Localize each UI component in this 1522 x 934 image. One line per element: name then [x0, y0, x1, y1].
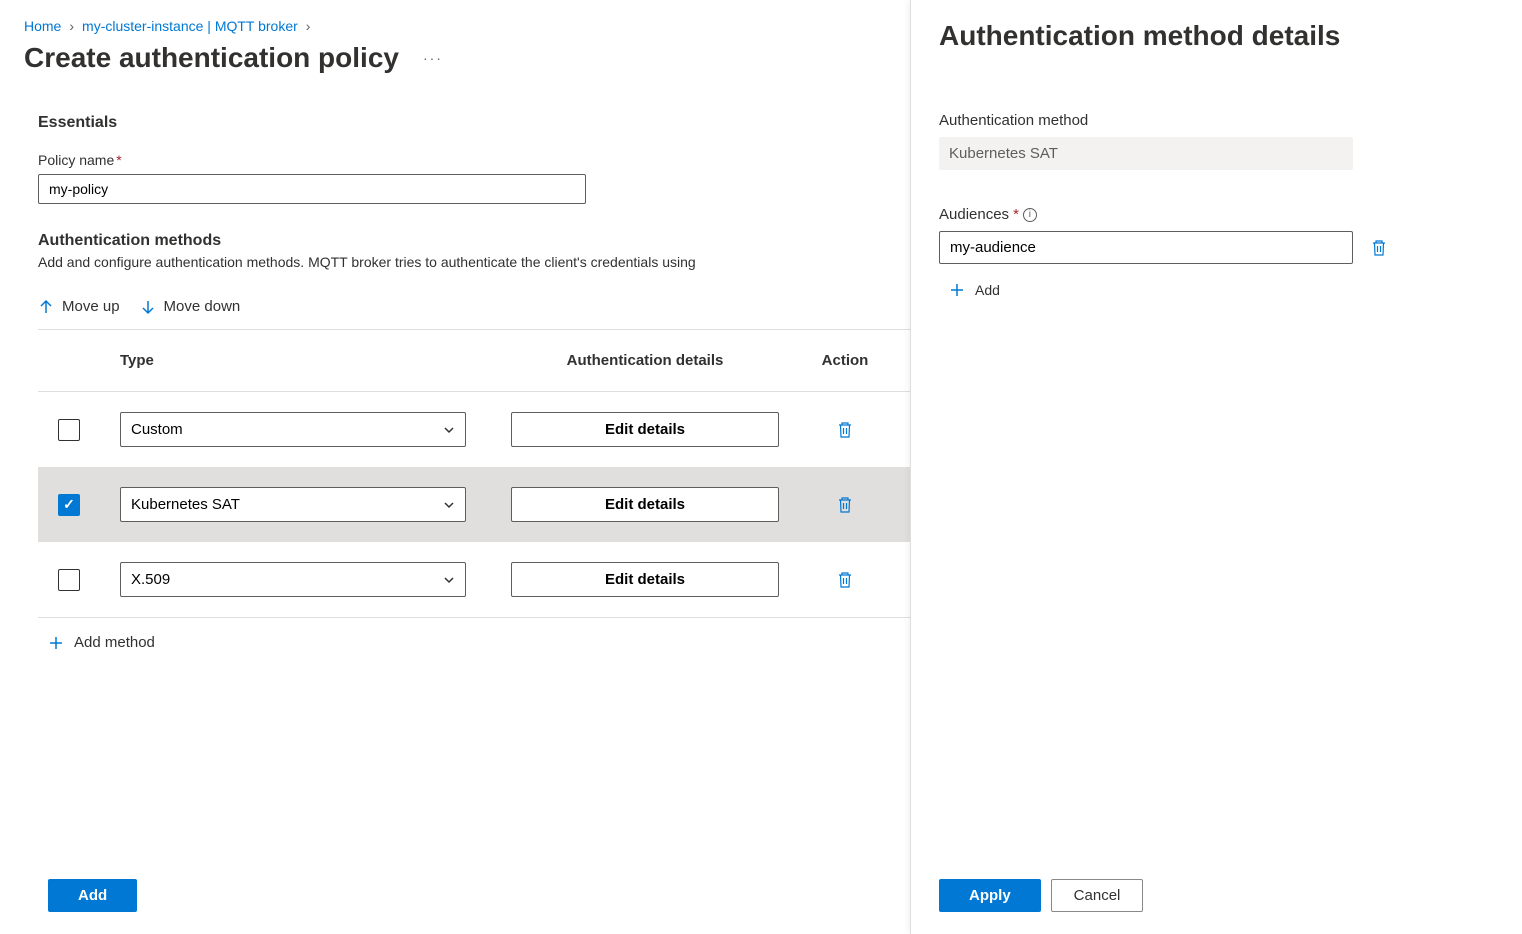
delete-row-button[interactable] — [800, 417, 890, 443]
move-down-button[interactable]: Move down — [140, 298, 241, 315]
plus-icon — [949, 282, 965, 298]
required-indicator: * — [116, 152, 121, 168]
chevron-right-icon: › — [306, 18, 311, 34]
auth-methods-table: Type Authentication details Action Custo… — [38, 330, 910, 617]
add-button[interactable]: Add — [48, 879, 137, 912]
auth-type-select[interactable]: Kubernetes SAT — [120, 487, 466, 522]
methods-toolbar: Move up Move down — [38, 290, 910, 330]
more-actions-button[interactable]: ··· — [415, 46, 451, 70]
required-indicator: * — [1013, 206, 1019, 223]
arrow-down-icon — [140, 299, 156, 315]
auth-type-select[interactable]: X.509 — [120, 562, 466, 597]
move-up-button[interactable]: Move up — [38, 298, 120, 315]
panel-footer: Apply Cancel — [939, 879, 1494, 912]
edit-details-button[interactable]: Edit details — [511, 487, 779, 522]
apply-button[interactable]: Apply — [939, 879, 1041, 912]
auth-method-value: Kubernetes SAT — [939, 137, 1353, 170]
panel-title: Authentication method details — [939, 20, 1494, 52]
details-panel: Authentication method details Authentica… — [910, 0, 1522, 934]
policy-name-input[interactable] — [38, 174, 586, 204]
table-header: Type Authentication details Action — [38, 330, 910, 392]
auth-methods-description: Add and configure authentication methods… — [38, 254, 910, 270]
policy-name-label: Policy name — [38, 152, 114, 168]
table-row: Kubernetes SAT Edit details — [38, 467, 910, 542]
arrow-up-icon — [38, 299, 54, 315]
chevron-right-icon: › — [69, 18, 74, 34]
table-row: Custom Edit details — [38, 392, 910, 467]
column-header-action: Action — [800, 352, 890, 369]
trash-icon — [837, 571, 853, 589]
edit-details-button[interactable]: Edit details — [511, 412, 779, 447]
add-audience-label: Add — [975, 282, 1000, 298]
auth-type-select[interactable]: Custom — [120, 412, 466, 447]
audiences-label: Audiences — [939, 206, 1009, 223]
row-checkbox[interactable] — [58, 569, 80, 591]
breadcrumb-current[interactable]: my-cluster-instance | MQTT broker — [82, 18, 298, 34]
delete-row-button[interactable] — [800, 567, 890, 593]
cancel-button[interactable]: Cancel — [1051, 879, 1144, 912]
breadcrumb: Home › my-cluster-instance | MQTT broker… — [24, 18, 910, 34]
row-checkbox[interactable] — [58, 419, 80, 441]
auth-methods-heading: Authentication methods — [38, 232, 910, 250]
auth-method-label: Authentication method — [939, 112, 1494, 129]
main-content: Home › my-cluster-instance | MQTT broker… — [0, 0, 910, 934]
main-footer: Add — [24, 863, 910, 934]
delete-row-button[interactable] — [800, 492, 890, 518]
move-down-label: Move down — [164, 298, 241, 315]
add-method-label: Add method — [74, 634, 155, 651]
info-icon[interactable]: i — [1023, 208, 1037, 222]
trash-icon — [837, 496, 853, 514]
table-row: X.509 Edit details — [38, 542, 910, 617]
policy-name-field: Policy name * — [38, 152, 910, 204]
row-checkbox[interactable] — [58, 494, 80, 516]
essentials-heading: Essentials — [38, 114, 910, 132]
column-header-type: Type — [120, 352, 490, 369]
column-header-details: Authentication details — [490, 352, 800, 369]
move-up-label: Move up — [62, 298, 120, 315]
add-audience-button[interactable]: Add — [949, 282, 1494, 298]
breadcrumb-home[interactable]: Home — [24, 18, 61, 34]
trash-icon — [1371, 239, 1387, 257]
delete-audience-button[interactable] — [1367, 235, 1391, 261]
trash-icon — [837, 421, 853, 439]
edit-details-button[interactable]: Edit details — [511, 562, 779, 597]
audience-input[interactable] — [939, 231, 1353, 264]
page-title: Create authentication policy — [24, 42, 399, 74]
add-method-button[interactable]: Add method — [38, 618, 910, 651]
plus-icon — [48, 635, 64, 651]
